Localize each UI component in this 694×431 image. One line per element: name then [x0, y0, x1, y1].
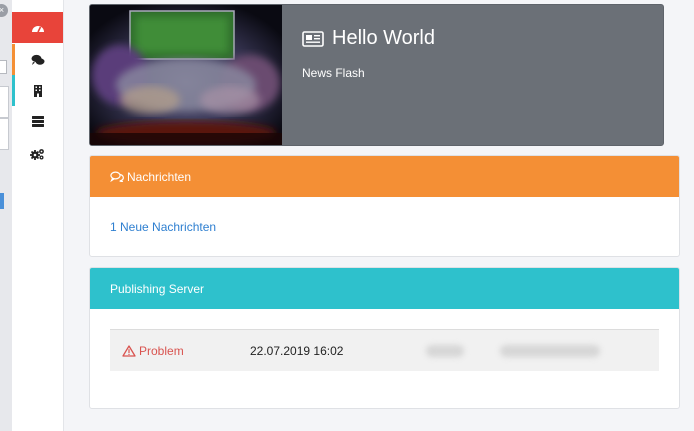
server-icon — [31, 116, 44, 127]
building-icon — [33, 84, 42, 97]
messages-header: Nachrichten — [90, 156, 679, 197]
sidebar-item-buildings[interactable] — [12, 75, 63, 106]
publishing-header-label: Publishing Server — [110, 281, 205, 296]
redacted-value — [500, 344, 600, 357]
dashboard-icon — [31, 25, 44, 32]
sidebar-item-messages[interactable] — [12, 44, 63, 75]
sidebar — [12, 0, 64, 431]
messages-card: Nachrichten 1 Neue Nachrichten — [89, 155, 680, 257]
sidebar-item-dashboard[interactable] — [12, 12, 63, 43]
hero-subtitle: News Flash — [302, 66, 365, 80]
warning-icon — [122, 344, 136, 357]
newspaper-icon — [302, 30, 324, 47]
timestamp: 22.07.2019 16:02 — [250, 343, 344, 358]
sidebar-item-server[interactable] — [12, 106, 63, 137]
news-hero-card: Hello World News Flash — [89, 4, 664, 146]
table-row: Problem 22.07.2019 16:02 — [110, 329, 659, 371]
cogs-icon — [30, 148, 44, 160]
comments-outline-icon — [110, 171, 124, 182]
chat-icon — [31, 54, 44, 65]
messages-header-label: Nachrichten — [127, 169, 192, 184]
status-text: Problem — [139, 343, 184, 358]
hero-image — [90, 5, 282, 145]
redacted-value — [426, 344, 464, 357]
status-problem: Problem — [122, 344, 184, 358]
close-icon[interactable]: × — [0, 4, 8, 17]
publishing-header: Publishing Server — [90, 268, 679, 309]
sidebar-item-settings[interactable] — [12, 138, 63, 169]
panel-edge-button[interactable] — [0, 118, 9, 150]
collapse-handle[interactable] — [0, 60, 7, 74]
hero-title: Hello World — [302, 27, 435, 50]
hero-title-text: Hello World — [332, 27, 435, 49]
publishing-server-card: Publishing Server Problem 22.07.2019 16:… — [89, 267, 680, 409]
panel-edge-marker — [0, 193, 4, 209]
new-messages-link[interactable]: 1 Neue Nachrichten — [110, 220, 216, 234]
panel-edge-button[interactable] — [0, 86, 9, 118]
